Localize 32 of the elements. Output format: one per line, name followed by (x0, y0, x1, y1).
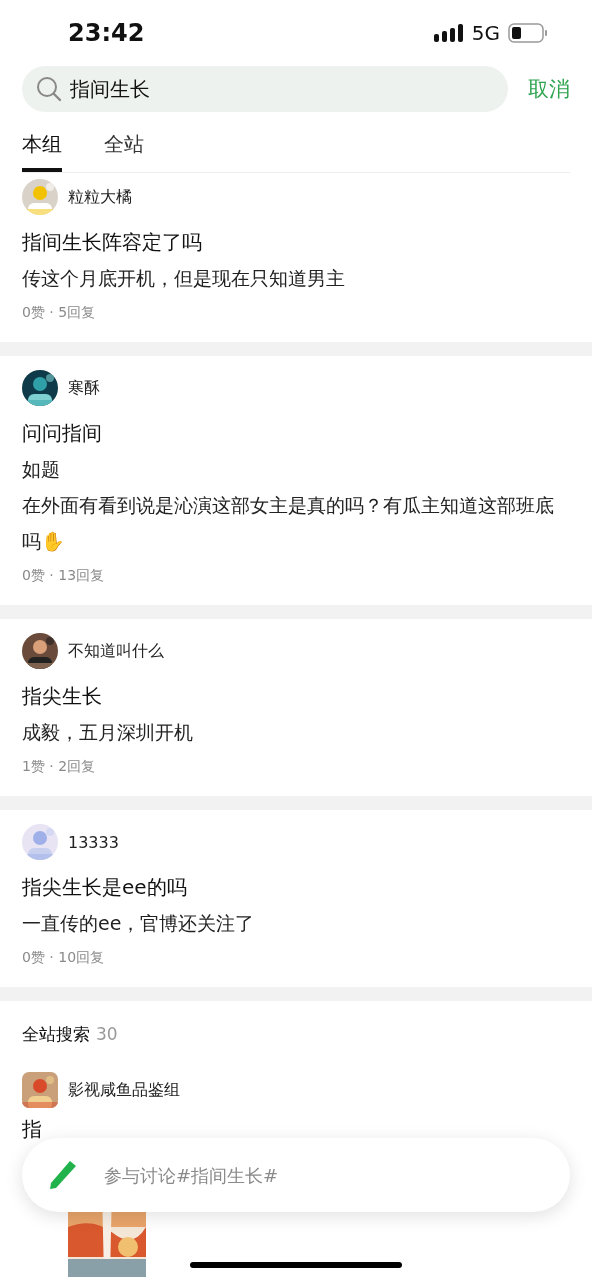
post-title[interactable]: 指 (22, 1117, 42, 1141)
post-title[interactable]: 指尖生长是ee的吗 (22, 869, 570, 905)
post-stats: 0赞 · 13回复 (22, 566, 106, 585)
search-input[interactable]: 指间生长 (70, 77, 450, 101)
post-text: 一直传的ee，官博还关注了 (22, 911, 256, 936)
status-time: 23:42 (68, 19, 146, 47)
section-title: 全站搜索 (22, 1023, 90, 1046)
post-stats: 0赞 · 5回复 (22, 303, 97, 322)
post-title[interactable]: 指间生长阵容定了吗 (22, 224, 570, 260)
author-name[interactable]: 寒酥 (68, 377, 100, 399)
post-stats: 0赞 · 10回复 (22, 948, 106, 967)
battery-icon (508, 23, 548, 43)
group-name[interactable]: 影视咸鱼品鉴组 (68, 1079, 180, 1101)
post-text: 传这个月底开机，但是现在只知道男主 (22, 266, 346, 291)
tab[interactable]: 全站 (104, 131, 144, 172)
author-name[interactable]: 粒粒大橘 (68, 186, 132, 208)
post-text: 如题 (22, 457, 61, 482)
post-title[interactable]: 问问指间 (22, 415, 570, 451)
post-text: 在外面有看到说是沁演这部女主是真的吗？有瓜主知道这部班底吗✋ (22, 493, 555, 554)
network-label: 5G (471, 21, 500, 45)
post-title[interactable]: 指尖生长 (22, 678, 570, 714)
signal-icon (433, 24, 464, 42)
post-stats: 1赞 · 2回复 (22, 757, 97, 776)
pen-icon (48, 1159, 78, 1191)
author-name[interactable]: 13333 (68, 832, 119, 852)
search-bar[interactable]: 指间生长 (22, 66, 508, 112)
author-name[interactable]: 不知道叫什么 (68, 640, 164, 662)
result-count: 30 (96, 1024, 118, 1044)
post-text: 成毅，五月深圳开机 (22, 720, 194, 745)
comment-bar[interactable]: 参与讨论#指间生长# (22, 1138, 570, 1212)
search-icon (36, 76, 62, 102)
comment-field[interactable]: 参与讨论#指间生长# (104, 1164, 504, 1186)
